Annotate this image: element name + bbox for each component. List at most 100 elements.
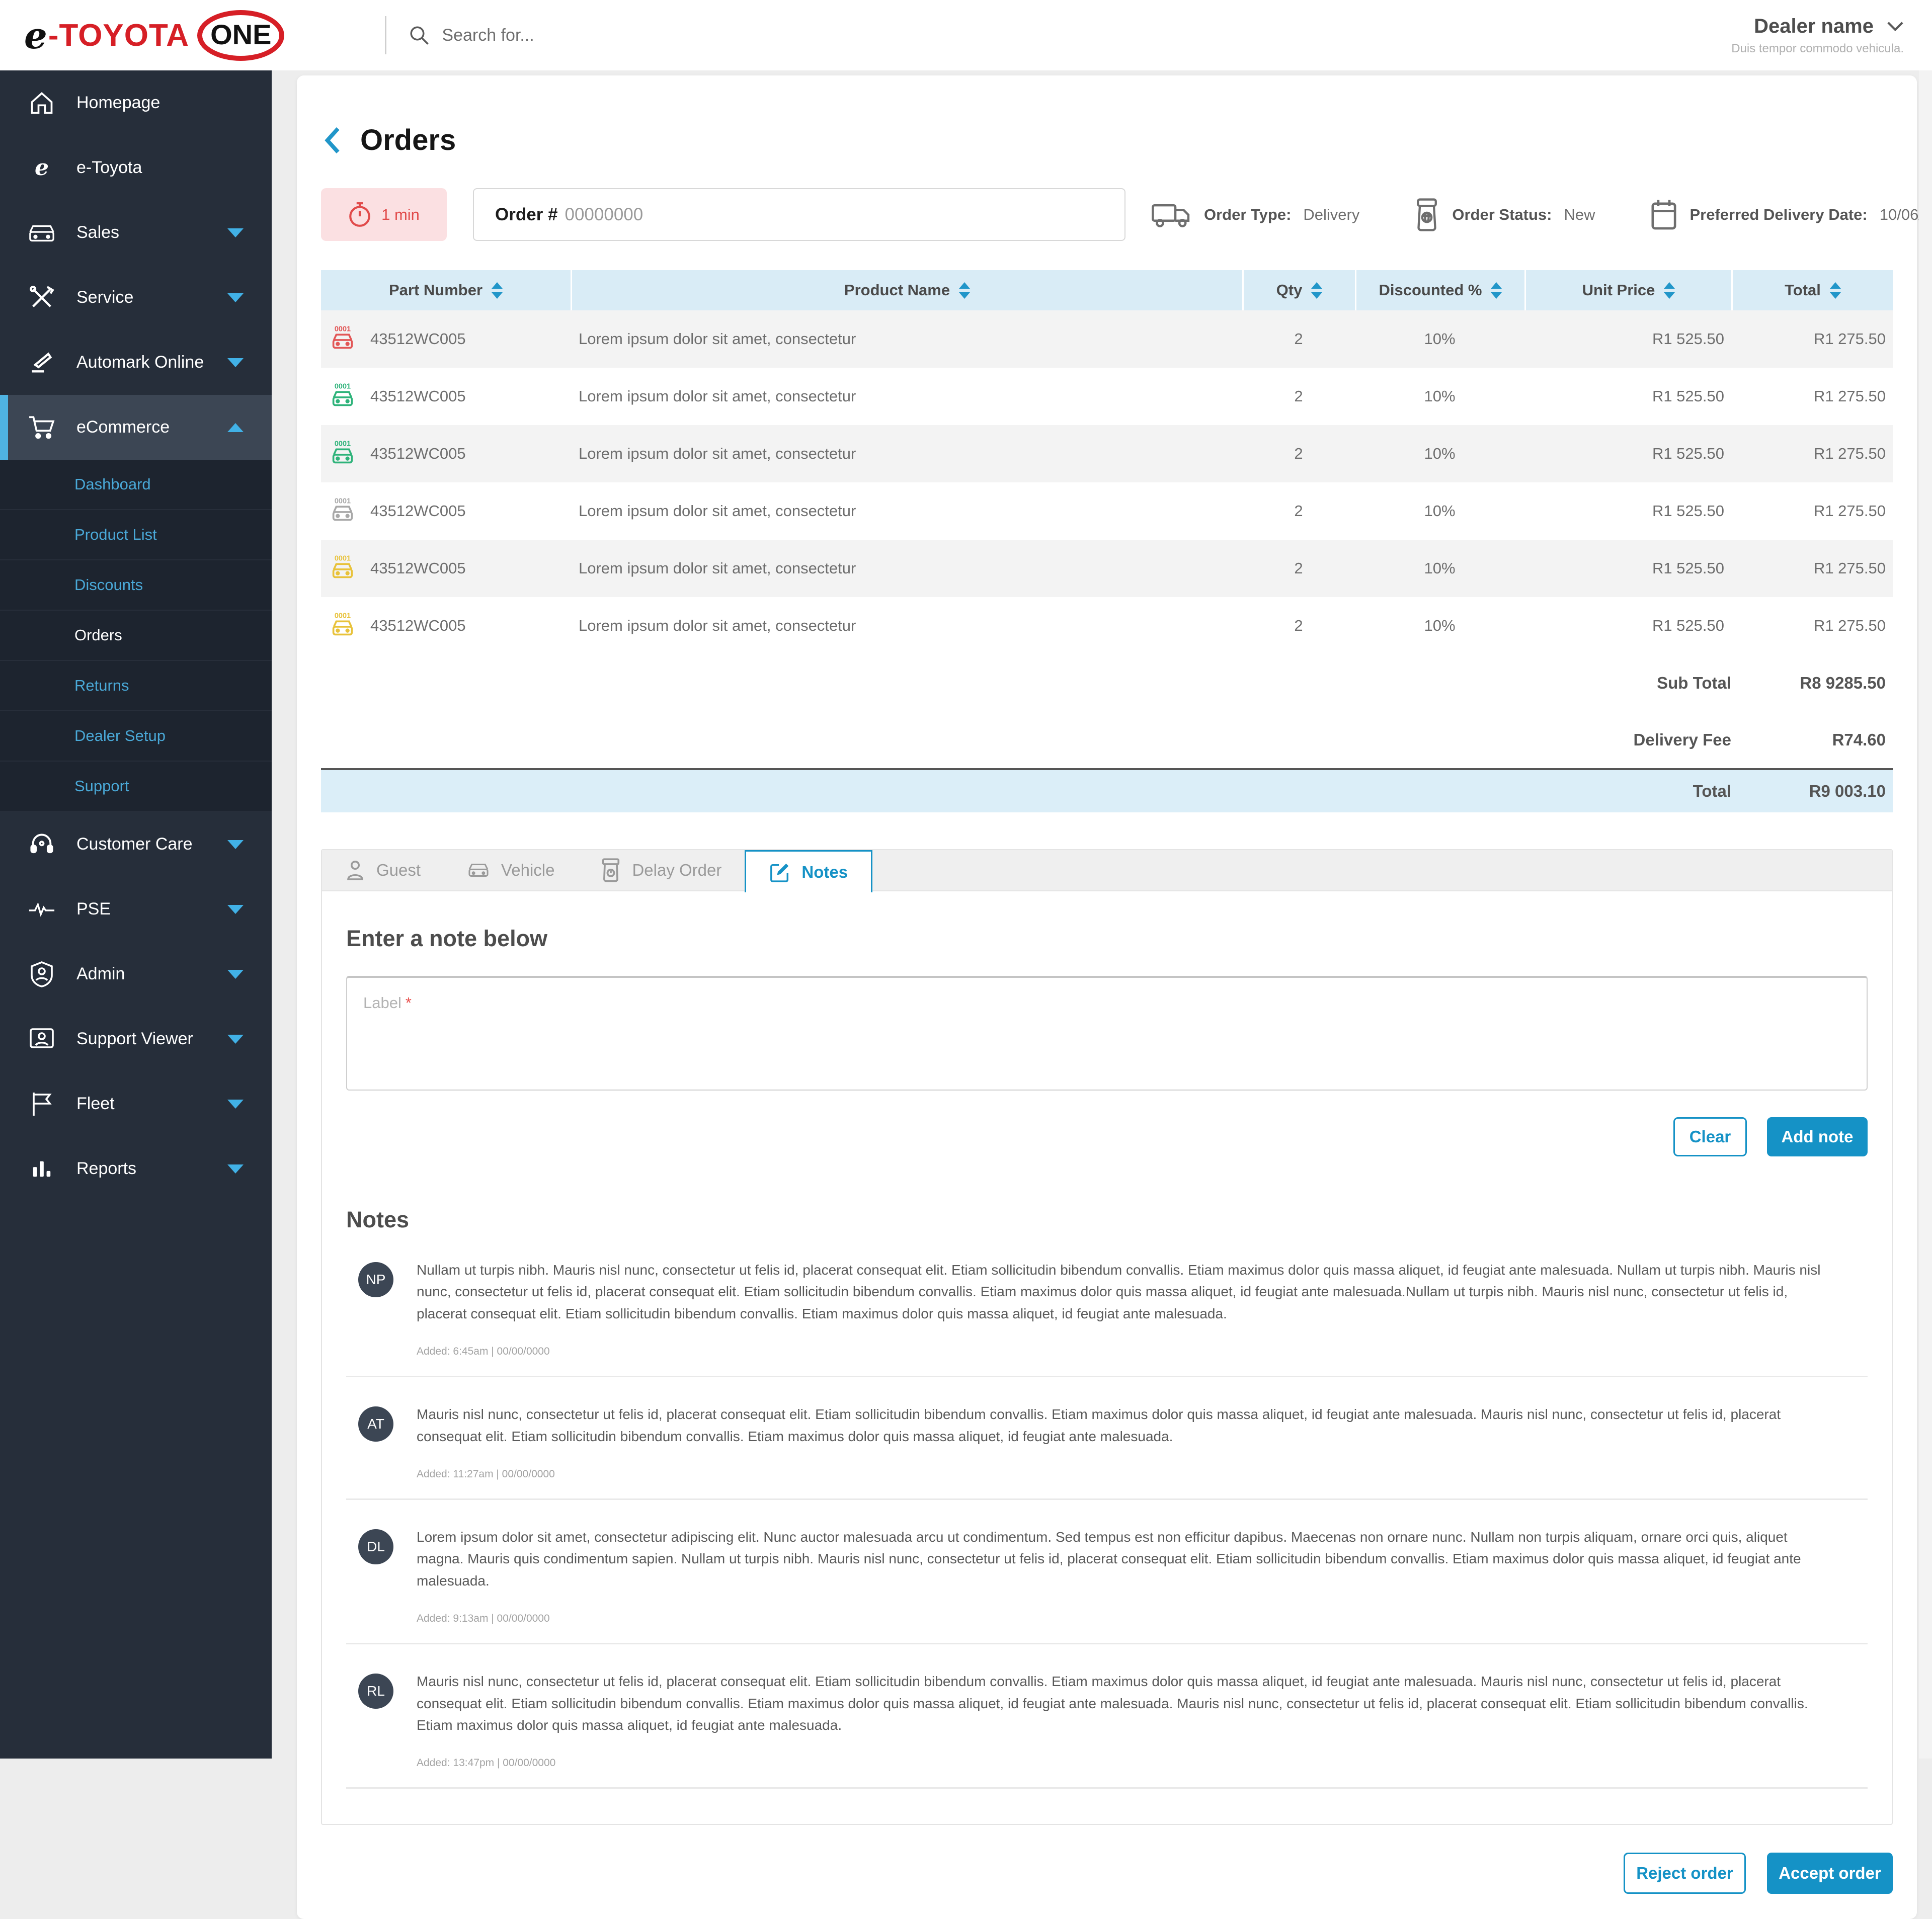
sidebar-item-sales[interactable]: Sales — [0, 200, 272, 265]
discount: 10% — [1355, 482, 1524, 540]
sidebar-item-label: Admin — [76, 964, 125, 984]
line-total: R1 275.50 — [1731, 540, 1893, 597]
qty: 2 — [1242, 597, 1355, 654]
qty: 2 — [1242, 482, 1355, 540]
sidebar-item-label: Fleet — [76, 1094, 115, 1114]
sidebar-item-automark[interactable]: Automark Online — [0, 330, 272, 395]
tab-notes[interactable]: Notes — [745, 850, 872, 892]
logo-one-badge: ONE — [197, 10, 284, 61]
etoyota-e-icon: e — [28, 157, 55, 179]
top-bar: e -TOYOTA ONE Dealer name Duis tempor co… — [0, 0, 1932, 70]
total-value: R9 003.10 — [1731, 782, 1893, 801]
chevron-down-icon — [227, 840, 244, 849]
note-timestamp: Added: 9:13am | 00/00/0000 — [417, 1613, 1822, 1625]
dealer-menu[interactable]: Dealer name Duis tempor commodo vehicula… — [1731, 15, 1904, 56]
app-logo: e -TOYOTA ONE — [24, 10, 284, 61]
order-type-value: Delivery — [1303, 206, 1359, 224]
add-note-button[interactable]: Add note — [1767, 1117, 1868, 1156]
logo-toyota: -TOYOTA — [48, 18, 189, 53]
column-header-part-number[interactable]: Part Number — [321, 270, 571, 310]
column-header-qty[interactable]: Qty — [1242, 270, 1355, 310]
accept-order-button[interactable]: Accept order — [1767, 1853, 1893, 1894]
qty: 2 — [1242, 368, 1355, 425]
sidebar-item-dashboard[interactable]: Dashboard — [0, 460, 272, 510]
chevron-down-icon — [1887, 21, 1904, 32]
sidebar-item-discounts[interactable]: Discounts — [0, 560, 272, 611]
part-number: 43512WC005 — [370, 330, 466, 348]
column-header-unit-price[interactable]: Unit Price — [1524, 270, 1731, 310]
timer-label: 1 min — [381, 206, 420, 224]
sidebar-item-label: PSE — [76, 899, 111, 919]
chevron-down-icon — [227, 1100, 244, 1109]
order-number-field[interactable]: Order # 00000000 — [473, 188, 1125, 241]
sidebar-item-dealer-setup[interactable]: Dealer Setup — [0, 711, 272, 762]
order-status-meta: Order Status: New — [1414, 198, 1595, 231]
table-row: 000143512WC005 Lorem ipsum dolor sit ame… — [321, 425, 1893, 482]
sidebar-item-ecommerce[interactable]: eCommerce — [0, 395, 272, 460]
svg-text:0001: 0001 — [335, 383, 351, 391]
sidebar-item-orders[interactable]: Orders — [0, 611, 272, 661]
sidebar-item-support-viewer[interactable]: Support Viewer — [0, 1007, 272, 1071]
sidebar-item-fleet[interactable]: Fleet — [0, 1071, 272, 1136]
sidebar-item-service[interactable]: Service — [0, 265, 272, 330]
tab-delay-order[interactable]: Delay Order — [578, 850, 745, 890]
calendar-icon — [1650, 199, 1678, 231]
clear-button[interactable]: Clear — [1673, 1117, 1747, 1156]
column-header-total[interactable]: Total — [1731, 270, 1893, 310]
tab-label: Delay Order — [632, 861, 721, 880]
sidebar-item-reports[interactable]: Reports — [0, 1136, 272, 1201]
avatar: DL — [358, 1529, 393, 1564]
column-header-product-name[interactable]: Product Name — [571, 270, 1242, 310]
vehicle-status-icon: 0001 — [328, 439, 357, 468]
shield-user-icon — [28, 961, 55, 987]
reject-order-button[interactable]: Reject order — [1624, 1853, 1746, 1894]
sidebar-item-label: Automark Online — [76, 353, 204, 372]
discount: 10% — [1355, 597, 1524, 654]
column-header-discounted[interactable]: Discounted % — [1355, 270, 1524, 310]
orders-card: Orders 1 min Order # 00000000 Order Type… — [297, 75, 1917, 1919]
sidebar-item-admin[interactable]: Admin — [0, 942, 272, 1007]
sort-icon — [1664, 282, 1675, 299]
sidebar-item-homepage[interactable]: Homepage — [0, 70, 272, 135]
cart-icon — [28, 415, 55, 440]
order-type-meta: Order Type: Delivery — [1152, 200, 1359, 229]
sidebar-item-support[interactable]: Support — [0, 762, 272, 812]
sidebar-item-etoyota[interactable]: e e-Toyota — [0, 135, 272, 200]
vehicle-status-icon: 0001 — [328, 382, 357, 411]
product-name: Lorem ipsum dolor sit amet, consectetur — [571, 368, 1242, 425]
sidebar-item-label: Reports — [76, 1159, 136, 1179]
product-name: Lorem ipsum dolor sit amet, consectetur — [571, 540, 1242, 597]
delivery-date-meta: Preferred Delivery Date: 10/06/2023 — [1650, 199, 1932, 231]
sub-total-label: Sub Total — [1524, 674, 1731, 693]
dealer-subtitle: Duis tempor commodo vehicula. — [1731, 42, 1904, 56]
total-label: Total — [1524, 782, 1731, 801]
chevron-up-icon — [227, 423, 244, 432]
order-number-label: Order # — [495, 205, 558, 225]
tab-bar: Guest Vehicle Delay Order Notes — [322, 850, 1892, 891]
sort-icon — [1830, 282, 1841, 299]
delivery-fee-label: Delivery Fee — [1524, 730, 1731, 749]
sidebar-item-pse[interactable]: PSE — [0, 877, 272, 942]
svg-text:0001: 0001 — [335, 612, 351, 620]
chevron-down-icon — [227, 970, 244, 979]
sidebar-item-label: Support Viewer — [76, 1029, 193, 1049]
chevron-down-icon — [227, 1035, 244, 1044]
tab-vehicle[interactable]: Vehicle — [444, 850, 578, 890]
stopwatch-icon — [348, 202, 371, 228]
delay-order-icon — [601, 858, 621, 882]
sidebar-item-product-list[interactable]: Product List — [0, 510, 272, 560]
tab-label: Guest — [376, 861, 421, 880]
scrollbar[interactable] — [1919, 70, 1932, 1759]
search-input[interactable] — [442, 26, 794, 45]
page-title: Orders — [360, 123, 456, 157]
sidebar-item-customer-care[interactable]: Customer Care — [0, 812, 272, 877]
note-input[interactable] — [346, 976, 1868, 1091]
back-button[interactable] — [321, 125, 343, 155]
discount: 10% — [1355, 368, 1524, 425]
sidebar-item-returns[interactable]: Returns — [0, 661, 272, 711]
part-number: 43512WC005 — [370, 502, 466, 520]
user-card-icon — [28, 1027, 55, 1051]
sidebar-item-label: e-Toyota — [76, 158, 142, 178]
tab-guest[interactable]: Guest — [322, 850, 444, 890]
note-text: Mauris nisl nunc, consectetur ut felis i… — [417, 1671, 1822, 1736]
